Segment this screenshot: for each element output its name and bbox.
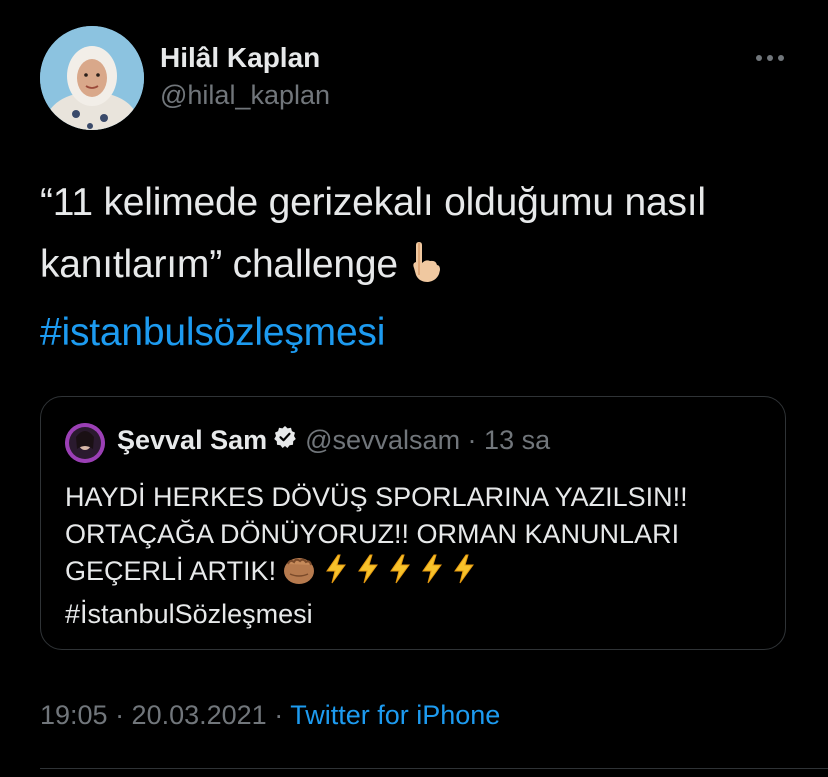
tweet-text-line: “11 kelimede gerizekalı olduğumu nasıl xyxy=(40,181,706,224)
lightning-icon xyxy=(452,554,476,594)
lightning-icon xyxy=(388,554,412,594)
tweet-text-line: kanıtlarım” challenge xyxy=(40,234,800,302)
pointing-down-icon xyxy=(406,240,442,302)
quoted-header: Şevval Sam @sevvalsam · 13 sa xyxy=(117,425,550,456)
tweet-footer: 19:05 · 20.03.2021 · Twitter for iPhone xyxy=(40,700,500,731)
quoted-handle-time: @sevvalsam · 13 sa xyxy=(305,425,551,455)
tweet-source-link[interactable]: Twitter for iPhone xyxy=(290,700,500,730)
quoted-text-line: HAYDİ HERKES DÖVÜŞ SPORLARINA YAZILSIN!! xyxy=(65,482,688,512)
author-avatar[interactable] xyxy=(40,26,144,130)
quoted-profile-photo-icon xyxy=(65,423,105,463)
quoted-text-line: GEÇERLİ ARTIK! xyxy=(65,553,765,596)
quoted-author-name[interactable]: Şevval Sam xyxy=(117,425,267,456)
lightning-icon xyxy=(420,554,444,594)
quoted-text-line: ORTAÇAĞA DÖNÜYORUZ!! ORMAN KANUNLARI xyxy=(65,519,680,549)
tweet-detail: Hilâl Kaplan @hilal_kaplan “11 kelimede … xyxy=(0,0,828,777)
lightning-icon xyxy=(324,554,348,594)
tweet-timestamp: 19:05 · 20.03.2021 · xyxy=(40,700,284,730)
oncoming-fist-icon xyxy=(282,554,316,596)
quoted-author-avatar[interactable] xyxy=(65,423,105,463)
lightning-icon xyxy=(356,554,380,594)
tweet-text-line-content: kanıtlarım” challenge xyxy=(40,243,398,286)
tweet-hashtag[interactable]: #istanbulsözleşmesi xyxy=(40,302,800,364)
quoted-tweet[interactable]: Şevval Sam @sevvalsam · 13 sa HAYDİ HERK… xyxy=(40,396,786,650)
author-handle[interactable]: @hilal_kaplan xyxy=(160,80,330,111)
quoted-text: HAYDİ HERKES DÖVÜŞ SPORLARINA YAZILSIN!!… xyxy=(65,479,765,633)
profile-photo-icon xyxy=(40,26,144,130)
author-name[interactable]: Hilâl Kaplan xyxy=(160,42,320,74)
more-options-icon[interactable] xyxy=(754,48,786,68)
quoted-hashtag: #İstanbulSözleşmesi xyxy=(65,599,313,629)
quoted-text-line-content: GEÇERLİ ARTIK! xyxy=(65,556,277,586)
tweet-text: “11 kelimede gerizekalı olduğumu nasıl k… xyxy=(40,172,800,364)
verified-badge-icon xyxy=(273,425,297,456)
divider xyxy=(40,768,828,769)
